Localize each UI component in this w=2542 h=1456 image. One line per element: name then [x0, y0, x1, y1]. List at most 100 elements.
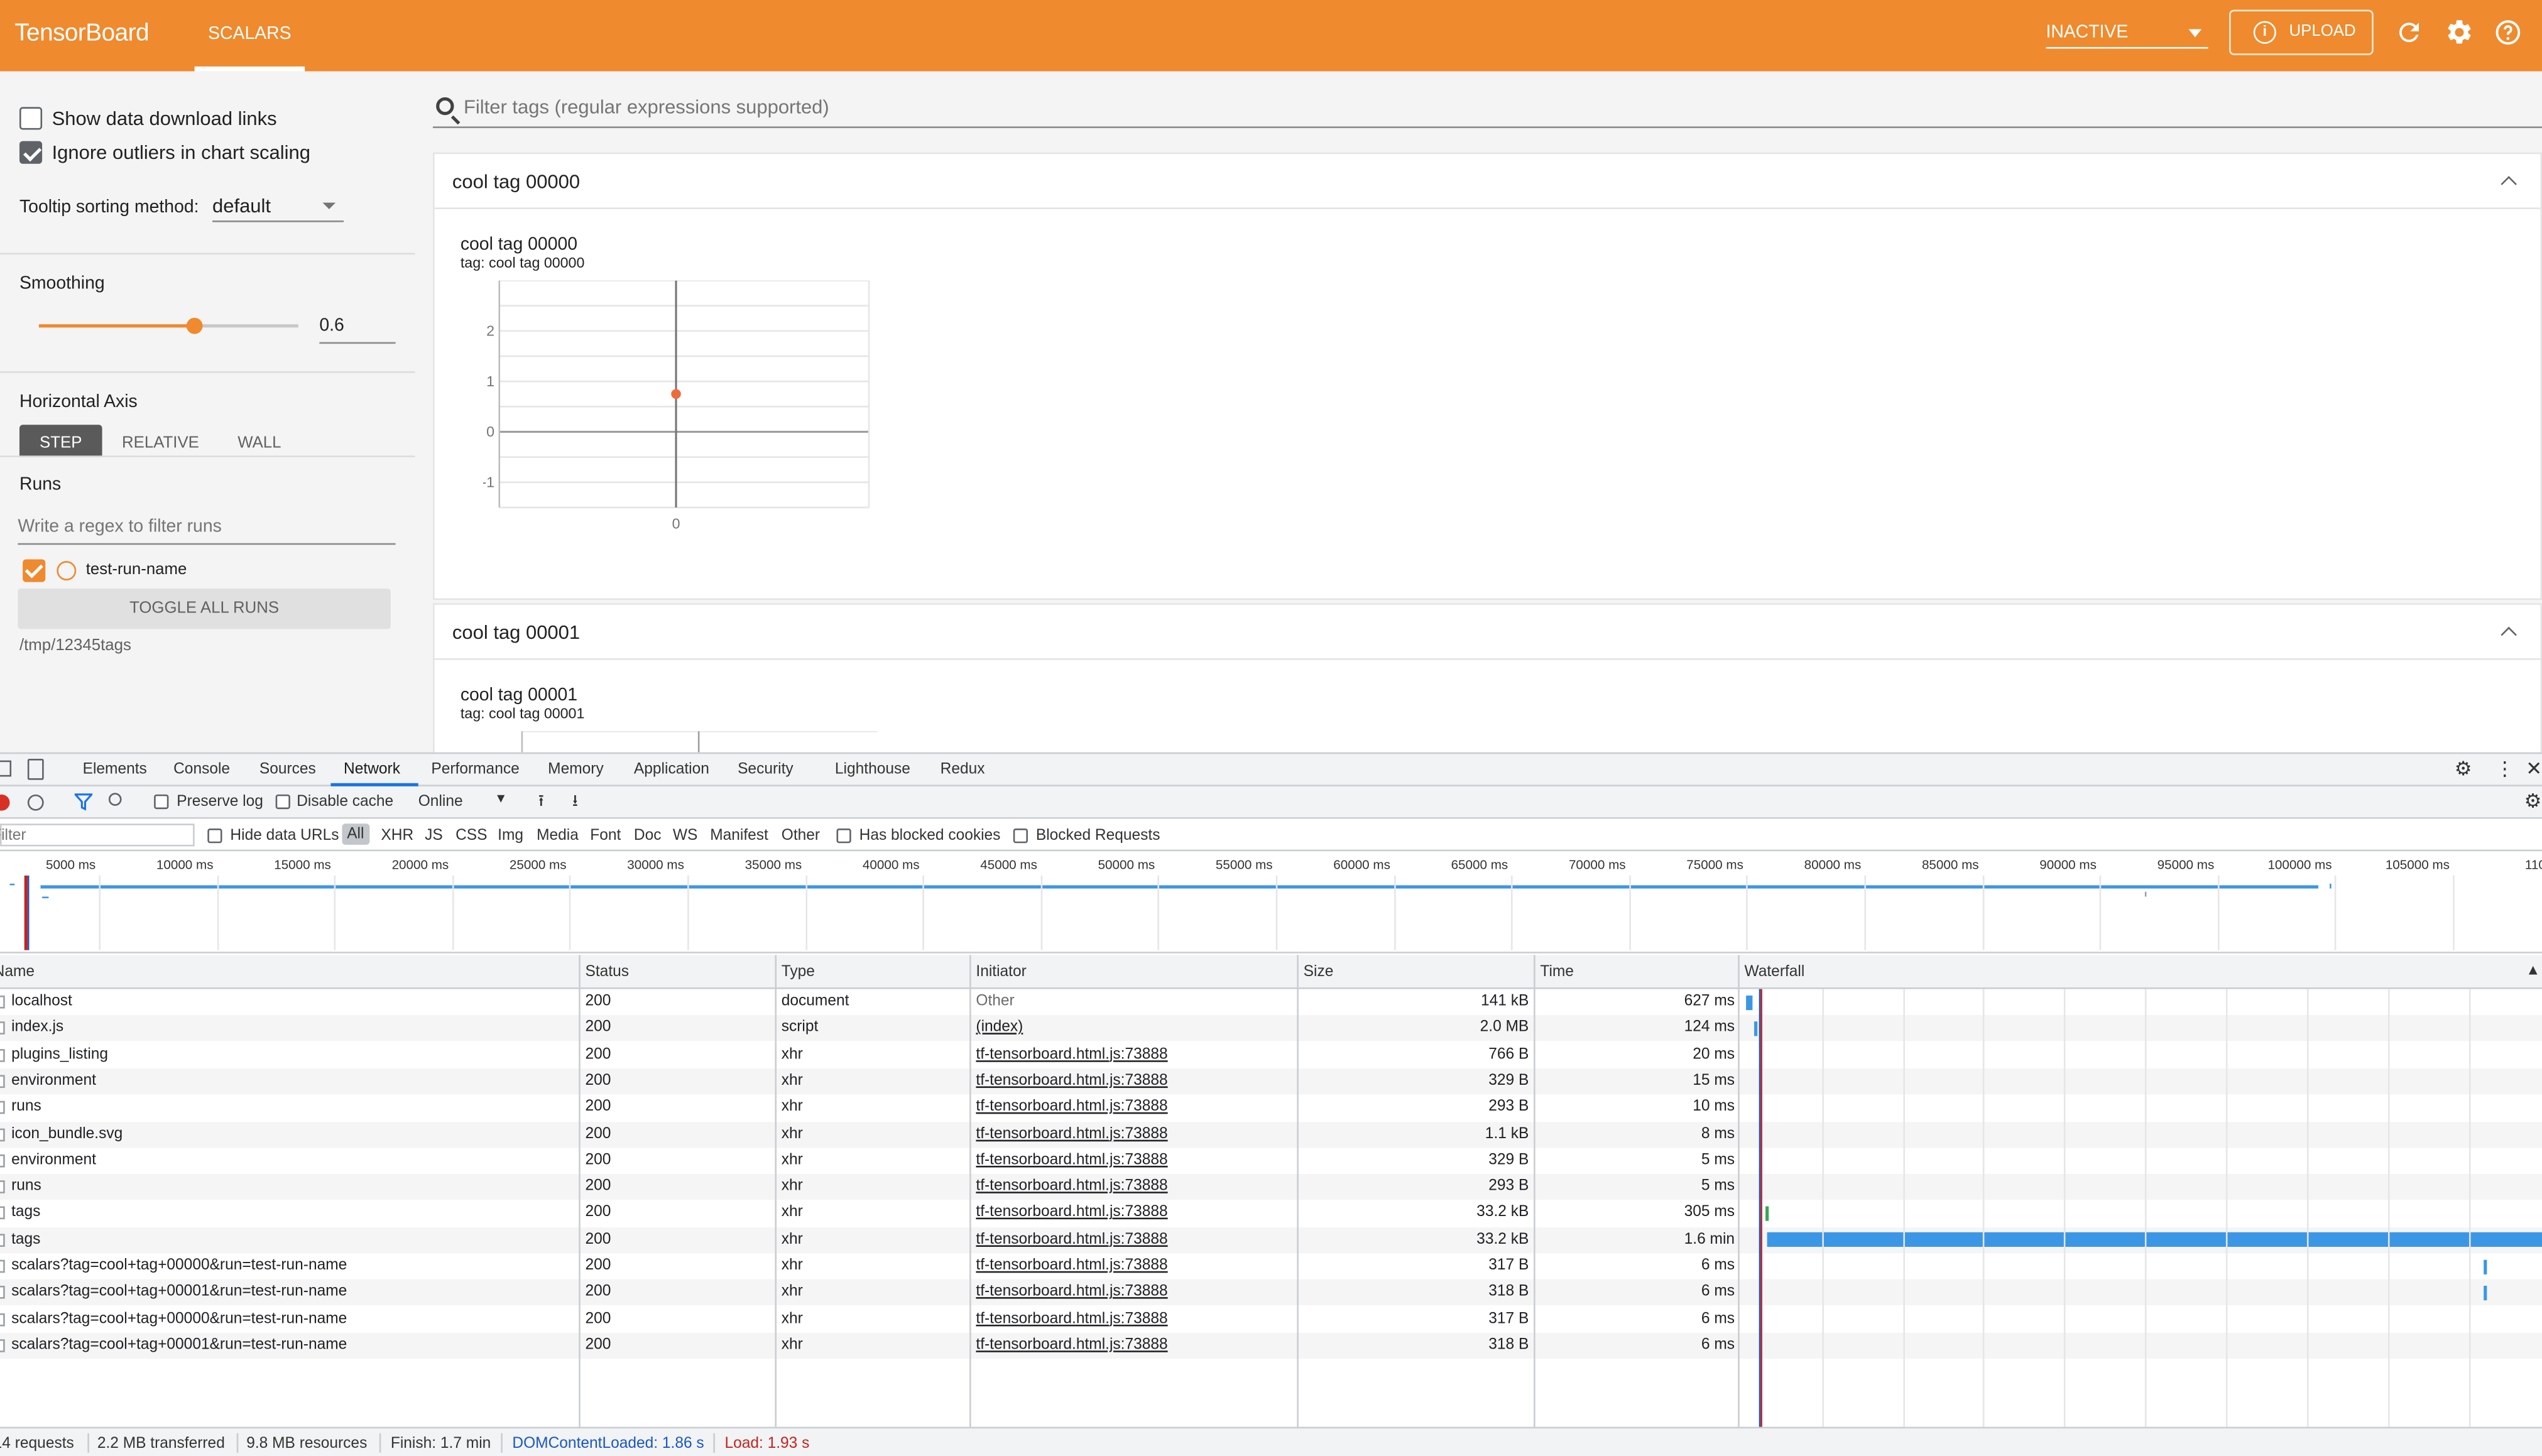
show-download-links-checkbox[interactable]: [19, 107, 43, 130]
col-size[interactable]: Size: [1304, 963, 1334, 981]
tab-console[interactable]: Console: [173, 761, 230, 778]
device-toolbar-icon[interactable]: [27, 759, 44, 780]
cell-initiator[interactable]: tf-tensorboard.html.js:73888: [976, 1098, 1167, 1116]
close-icon[interactable]: ✕: [2526, 757, 2542, 780]
cell-initiator[interactable]: tf-tensorboard.html.js:73888: [976, 1177, 1167, 1195]
tab-performance[interactable]: Performance: [431, 761, 519, 778]
cell-initiator[interactable]: tf-tensorboard.html.js:73888: [976, 1310, 1167, 1327]
filter-type-ws[interactable]: WS: [673, 827, 698, 844]
tag-filter-input[interactable]: Filter tags (regular expressions support…: [432, 92, 2542, 128]
table-row[interactable]: scalars?tag=cool+tag+00001&run=test-run-…: [0, 1332, 2542, 1359]
network-overview-timeline[interactable]: 5000 ms 10000 ms 15000 ms 20000 ms 25000 ms 3…: [0, 851, 2542, 953]
import-har-icon[interactable]: ⭱: [538, 790, 544, 817]
smoothing-slider-knob[interactable]: [186, 317, 203, 334]
has-blocked-cookies-checkbox[interactable]: [836, 829, 851, 844]
table-row[interactable]: scalars?tag=cool+tag+00000&run=test-run-…: [0, 1253, 2542, 1279]
tab-redux[interactable]: Redux: [941, 761, 985, 778]
more-vertical-icon[interactable]: ⋮: [2495, 757, 2514, 780]
clear-icon[interactable]: [27, 794, 44, 811]
filter-type-font[interactable]: Font: [590, 827, 621, 844]
throttling-select[interactable]: Online: [418, 793, 463, 810]
chevron-up-icon[interactable]: [2501, 176, 2517, 192]
cell-initiator[interactable]: tf-tensorboard.html.js:73888: [976, 1257, 1167, 1274]
cell-initiator[interactable]: tf-tensorboard.html.js:73888: [976, 1336, 1167, 1354]
runs-filter-input[interactable]: Write a regex to filter runs: [18, 509, 396, 545]
gear-icon[interactable]: ⚙: [2524, 790, 2542, 812]
export-har-icon[interactable]: ⭳: [572, 790, 578, 817]
table-row[interactable]: plugins_listing 200 xhr tf-tensorboard.html…: [0, 1042, 2542, 1068]
filter-type-xhr[interactable]: XHR: [381, 827, 413, 844]
table-row[interactable]: scalars?tag=cool+tag+00000&run=test-run-…: [0, 1306, 2542, 1332]
table-row[interactable]: index.js 200 script (index) 2.0 MB 124 ms: [0, 1015, 2542, 1041]
chevron-up-icon[interactable]: [2501, 626, 2517, 643]
tab-security[interactable]: Security: [738, 761, 794, 778]
filter-type-other[interactable]: Other: [782, 827, 820, 844]
col-time[interactable]: Time: [1540, 963, 1574, 981]
upload-button[interactable]: i UPLOAD: [2229, 9, 2374, 55]
smoothing-input[interactable]: 0.6: [319, 312, 396, 344]
smoothing-slider[interactable]: [38, 317, 298, 334]
tab-memory[interactable]: Memory: [548, 761, 604, 778]
filter-type-img[interactable]: Img: [498, 827, 523, 844]
card-header[interactable]: cool tag 00001: [434, 605, 2541, 660]
table-row[interactable]: scalars?tag=cool+tag+00001&run=test-run-…: [0, 1279, 2542, 1306]
filter-type-media[interactable]: Media: [537, 827, 579, 844]
axis-wall-button[interactable]: WALL: [224, 425, 295, 457]
sort-up-icon[interactable]: ▲: [2526, 962, 2540, 978]
cell-initiator[interactable]: tf-tensorboard.html.js:73888: [976, 1283, 1167, 1301]
col-waterfall[interactable]: Waterfall: [1745, 963, 1805, 981]
card-header[interactable]: cool tag 00000: [434, 154, 2541, 209]
gear-icon[interactable]: [2443, 18, 2476, 50]
col-type[interactable]: Type: [782, 963, 815, 981]
cell-initiator[interactable]: tf-tensorboard.html.js:73888: [976, 1045, 1167, 1063]
tab-network[interactable]: Network: [344, 761, 400, 778]
table-row[interactable]: localhost 200 document Other 141 kB 627 ms: [0, 989, 2542, 1015]
cell-initiator[interactable]: (index): [976, 1019, 1023, 1036]
help-icon[interactable]: [2492, 18, 2524, 50]
filter-type-all[interactable]: All: [342, 823, 369, 845]
table-row[interactable]: icon_bundle.svg 200 xhr tf-tensorboard.html…: [0, 1121, 2542, 1148]
table-row[interactable]: runs 200 xhr tf-tensorboard.html.js:73888 29…: [0, 1095, 2542, 1121]
axis-relative-button[interactable]: RELATIVE: [114, 425, 208, 457]
cell-initiator[interactable]: tf-tensorboard.html.js:73888: [976, 1151, 1167, 1168]
record-icon[interactable]: [0, 794, 10, 811]
hide-data-urls-checkbox[interactable]: [207, 829, 222, 844]
cell-initiator[interactable]: tf-tensorboard.html.js:73888: [976, 1072, 1167, 1089]
cell-initiator[interactable]: tf-tensorboard.html.js:73888: [976, 1124, 1167, 1142]
table-row[interactable]: environment 200 xhr tf-tensorboard.html.js:…: [0, 1148, 2542, 1173]
tab-application[interactable]: Application: [634, 761, 709, 778]
cell-initiator[interactable]: tf-tensorboard.html.js:73888: [976, 1203, 1167, 1221]
col-name[interactable]: Name: [0, 963, 35, 981]
search-icon[interactable]: [108, 793, 122, 806]
refresh-icon[interactable]: [2393, 18, 2426, 50]
filter-type-css[interactable]: CSS: [455, 827, 487, 844]
filter-icon[interactable]: [73, 793, 94, 815]
toggle-all-runs-button[interactable]: TOGGLE ALL RUNS: [18, 589, 391, 629]
disable-cache-checkbox[interactable]: [275, 794, 290, 810]
ignore-outliers-checkbox[interactable]: [19, 141, 43, 164]
filter-type-manifest[interactable]: Manifest: [710, 827, 768, 844]
tab-sources[interactable]: Sources: [259, 761, 316, 778]
filter-type-doc[interactable]: Doc: [634, 827, 662, 844]
network-filter-input[interactable]: Filter: [0, 823, 195, 847]
gear-icon[interactable]: ⚙: [2455, 757, 2472, 780]
col-initiator[interactable]: Initiator: [976, 963, 1026, 981]
blocked-requests-checkbox[interactable]: [1013, 829, 1028, 844]
tab-elements[interactable]: Elements: [83, 761, 147, 778]
scalar-chart[interactable]: 2 1 0 -1 0: [483, 280, 888, 540]
cell-initiator[interactable]: tf-tensorboard.html.js:73888: [976, 1230, 1167, 1247]
table-row[interactable]: runs 200 xhr tf-tensorboard.html.js:73888 29…: [0, 1174, 2542, 1200]
tab-lighthouse[interactable]: Lighthouse: [835, 761, 910, 778]
axis-step-button[interactable]: STEP: [19, 425, 102, 457]
tab-scalars[interactable]: SCALARS: [195, 0, 305, 72]
inspect-icon[interactable]: [0, 760, 12, 777]
preserve-log-checkbox[interactable]: [154, 794, 169, 810]
run-checkbox[interactable]: [23, 559, 46, 582]
table-row[interactable]: tags 200 xhr tf-tensorboard.html.js:73888 33…: [0, 1200, 2542, 1226]
table-row[interactable]: environment 200 xhr tf-tensorboard.html.js:…: [0, 1068, 2542, 1095]
tooltip-sorting-select[interactable]: default: [212, 192, 344, 222]
col-status[interactable]: Status: [586, 963, 630, 981]
filter-type-js[interactable]: JS: [425, 827, 443, 844]
plugin-select[interactable]: INACTIVE: [2046, 16, 2208, 49]
run-color-swatch[interactable]: [57, 561, 77, 581]
